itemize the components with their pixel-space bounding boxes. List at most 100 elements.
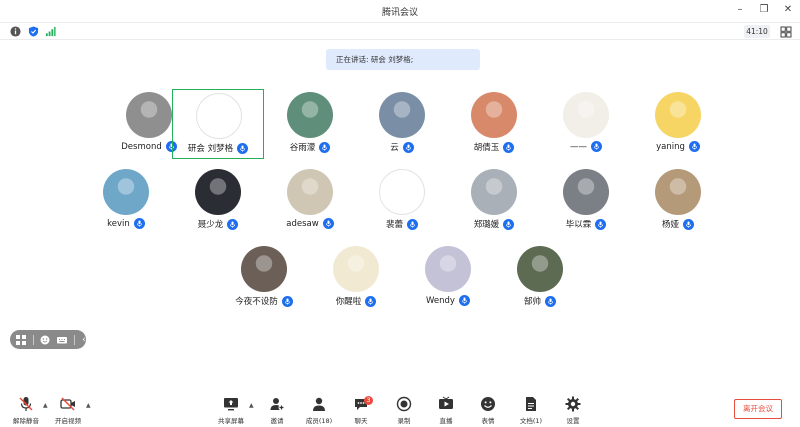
participant-tile[interactable]: 裴蕾 — [356, 166, 448, 236]
microphone-icon[interactable] — [503, 218, 515, 230]
microphone-icon[interactable] — [683, 218, 694, 230]
participant-tile[interactable]: 杨娅 — [632, 166, 724, 236]
emoji-icon — [481, 397, 495, 411]
participant-name-row: 你醒啦 — [310, 295, 402, 307]
start-video-button[interactable]: 开启视频 — [46, 396, 90, 425]
record-button[interactable]: 录制 — [382, 396, 426, 425]
documents-button[interactable]: 文档(1) — [509, 396, 553, 425]
invite-button[interactable]: 邀请 — [255, 396, 299, 425]
minimize-icon[interactable]: – — [734, 4, 746, 16]
avatar — [655, 92, 701, 138]
participant-tile[interactable]: 胡倩玉 — [448, 89, 540, 159]
microphone-icon[interactable] — [322, 218, 334, 229]
record-icon — [396, 396, 412, 412]
shield-icon[interactable] — [28, 26, 39, 37]
participant-name-row: 毕以霖 — [540, 218, 632, 230]
participant-tile[interactable]: 今夜不设防 — [218, 243, 310, 313]
participant-name-row: adesaw — [264, 218, 356, 229]
microphone-icon[interactable] — [237, 142, 249, 154]
video-options-caret-icon[interactable]: ▲ — [86, 402, 91, 409]
participant-tile[interactable]: 谷雨濛 — [264, 89, 356, 159]
microphone-icon[interactable] — [133, 218, 145, 229]
participant-tile[interactable]: —— — [540, 89, 632, 159]
microphone-icon[interactable] — [688, 141, 700, 152]
participant-name-row: 云 — [356, 141, 448, 153]
signal-strength-icon[interactable] — [45, 26, 56, 37]
participant-name: 毕以霖 — [565, 220, 592, 230]
microphone-icon[interactable] — [458, 295, 470, 306]
info-icon[interactable] — [10, 26, 21, 37]
participant-tile[interactable]: 云 — [356, 89, 448, 159]
keyboard-icon[interactable] — [57, 335, 68, 345]
speaking-indicator: 正在讲话: 研会 刘梦格; — [326, 49, 480, 70]
microphone-icon[interactable] — [503, 141, 515, 153]
start-video-label: 开启视频 — [55, 417, 81, 425]
chat-button[interactable]: 3 聊天 — [339, 396, 383, 425]
avatar — [287, 169, 333, 215]
chat-unread-badge: 3 — [364, 396, 373, 405]
avatar — [425, 246, 471, 292]
leave-meeting-button[interactable]: 离开会议 — [734, 399, 782, 419]
avatar — [103, 169, 149, 215]
add-person-icon — [270, 398, 285, 411]
microphone-icon[interactable] — [365, 295, 377, 307]
microphone-icon[interactable] — [319, 141, 331, 153]
live-button[interactable]: 直播 — [424, 396, 468, 425]
microphone-icon[interactable] — [545, 295, 556, 307]
participant-tile[interactable]: adesaw — [264, 166, 356, 236]
microphone-icon[interactable] — [591, 141, 602, 152]
microphone-icon[interactable] — [227, 218, 239, 230]
emoji-button[interactable]: 表情 — [466, 396, 510, 425]
avatar — [196, 93, 242, 139]
participant-name: 杨娅 — [661, 220, 679, 230]
restore-icon[interactable]: ❐ — [758, 4, 770, 16]
participant-name: 郑璐媛 — [473, 220, 500, 230]
participant-tile[interactable]: yaning — [632, 89, 724, 159]
members-button[interactable]: 成员(18) — [297, 396, 341, 425]
grid-view-icon[interactable] — [780, 26, 792, 38]
participant-tile[interactable]: 郑璐媛 — [448, 166, 540, 236]
reaction-icon[interactable] — [40, 335, 50, 345]
close-icon[interactable]: ✕ — [782, 4, 794, 16]
collapse-chevron-icon[interactable]: ‹ — [82, 335, 86, 345]
participant-tile[interactable]: 毕以霖 — [540, 166, 632, 236]
avatar — [563, 92, 609, 138]
participant-tile[interactable]: 聂少龙 — [172, 166, 264, 236]
participant-name: yaning — [656, 141, 685, 152]
document-icon — [526, 397, 536, 411]
settings-button[interactable]: 设置 — [551, 396, 595, 425]
chat-label: 聊天 — [354, 417, 368, 425]
participant-tile[interactable]: Wendy — [402, 243, 494, 313]
share-screen-label: 共享屏幕 — [218, 417, 244, 425]
microphone-icon[interactable] — [281, 295, 293, 307]
participant-name-row: 胡倩玉 — [448, 141, 540, 153]
avatar — [126, 92, 172, 138]
window-controls: – ❐ ✕ — [734, 4, 794, 16]
camera-off-icon — [60, 397, 75, 411]
microphone-icon[interactable] — [407, 218, 418, 230]
microphone-muted-icon — [19, 397, 33, 411]
live-stream-icon — [439, 396, 453, 409]
avatar — [333, 246, 379, 292]
share-options-caret-icon[interactable]: ▲ — [249, 402, 254, 409]
participant-tile[interactable]: kevin — [80, 166, 172, 236]
participant-name: 裴蕾 — [385, 220, 403, 230]
participant-name: adesaw — [286, 218, 319, 229]
participant-tile[interactable]: 你醒啦 — [310, 243, 402, 313]
participant-tile[interactable]: 郜帅 — [494, 243, 586, 313]
invite-label: 邀请 — [270, 417, 284, 425]
documents-label: 文档(1) — [519, 417, 543, 425]
unmute-label: 解除静音 — [13, 417, 39, 425]
microphone-icon[interactable] — [595, 218, 607, 230]
share-screen-button[interactable]: 共享屏幕 — [209, 396, 253, 425]
unmute-button[interactable]: 解除静音 — [4, 396, 48, 425]
layout-grid-icon[interactable] — [16, 334, 26, 345]
participant-name-row: Wendy — [402, 295, 494, 306]
microphone-icon[interactable] — [402, 141, 414, 153]
participant-name: —— — [570, 141, 587, 152]
avatar — [379, 92, 425, 138]
participant-name: Desmond — [121, 141, 162, 152]
members-label: 成员(18) — [305, 417, 333, 425]
participant-tile[interactable]: 研会 刘梦格 — [172, 89, 264, 159]
avatar — [471, 169, 517, 215]
